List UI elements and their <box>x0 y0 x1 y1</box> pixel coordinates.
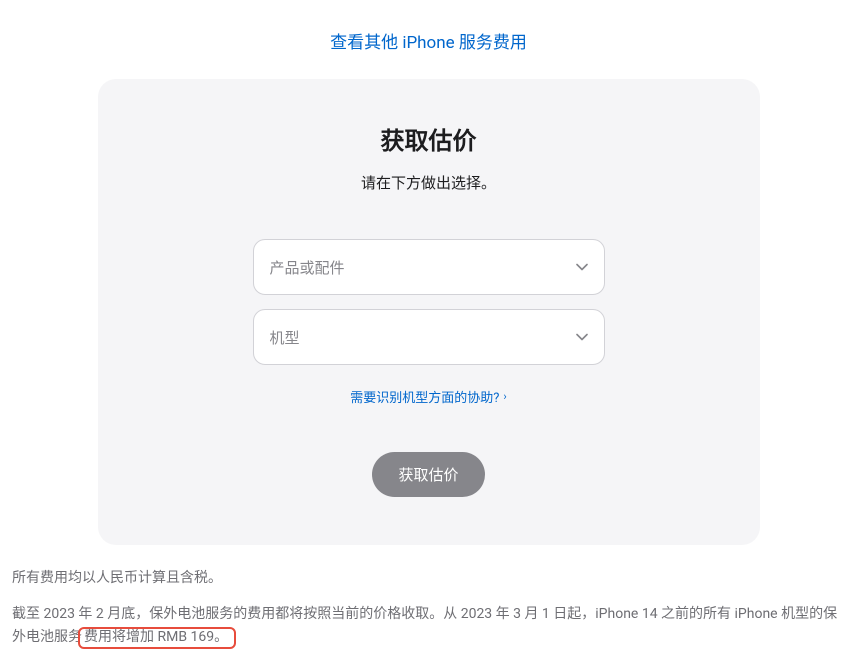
model-select-wrapper: 机型 <box>253 309 605 365</box>
help-link-label: 需要识别机型方面的协助? <box>350 387 499 406</box>
estimate-card: 获取估价 请在下方做出选择。 产品或配件 机型 需要识别机型方面的协助? › 获… <box>98 79 760 545</box>
card-subtitle: 请在下方做出选择。 <box>361 172 496 193</box>
chevron-right-icon: › <box>503 390 506 403</box>
card-title: 获取估价 <box>381 121 477 156</box>
product-select-wrapper: 产品或配件 <box>253 239 605 295</box>
model-help-link[interactable]: 需要识别机型方面的协助? › <box>350 387 506 406</box>
model-select[interactable]: 机型 <box>253 309 605 365</box>
help-link-wrapper: 需要识别机型方面的协助? › <box>350 387 506 406</box>
get-estimate-button[interactable]: 获取估价 <box>372 452 484 497</box>
footer-highlight: 费用将增加 RMB 169。 <box>78 627 236 649</box>
top-link-wrapper: 查看其他 iPhone 服务费用 <box>0 0 857 69</box>
product-select[interactable]: 产品或配件 <box>253 239 605 295</box>
footer-line2: 截至 2023 年 2 月底，保外电池服务的费用都将按照当前的价格收取。从 20… <box>12 603 845 648</box>
other-services-link[interactable]: 查看其他 iPhone 服务费用 <box>330 33 527 53</box>
footer-line1: 所有费用均以人民币计算且含税。 <box>12 567 845 589</box>
footer-text: 所有费用均以人民币计算且含税。 截至 2023 年 2 月底，保外电池服务的费用… <box>0 545 857 648</box>
